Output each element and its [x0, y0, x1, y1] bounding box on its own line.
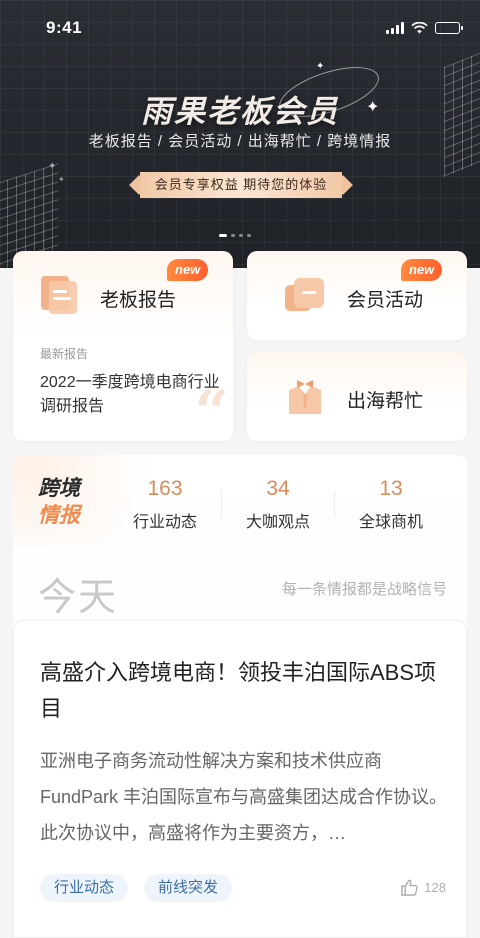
hero-banner[interactable]: 9:41 ✦ ✦ ✦ ✦ 雨果老板会员 老板报告 / 会员活动 / 出海帮忙 /… — [0, 0, 480, 268]
overseas-help-title: 出海帮忙 — [347, 391, 424, 412]
stat-industry-news[interactable]: 163 行业动态 — [128, 476, 202, 532]
today-heading: 今天 — [38, 577, 119, 619]
boss-report-title: 老板报告 — [100, 290, 177, 311]
article-summary: 亚洲电子商务流动性解决方案和技术供应商FundPark 丰泊国际宣布与高盛集团达… — [40, 751, 448, 843]
quote-decoration: “ — [194, 378, 229, 441]
overseas-help-card[interactable]: 出海帮忙 — [247, 352, 467, 441]
boss-report-card[interactable]: 老板报告 new 最新报告 2022一季度跨境电商行业调研报告 “ — [13, 251, 233, 441]
status-icons — [386, 22, 463, 34]
stat-count: 34 — [266, 477, 290, 500]
sparkle-icon: ✦ — [316, 61, 325, 72]
tag-frontline-breaking[interactable]: 前线突发 — [144, 874, 233, 902]
new-badge: new — [167, 259, 209, 281]
stat-divider — [334, 491, 335, 517]
stat-count: 13 — [379, 477, 403, 500]
hero-subtitle: 老板报告 / 会员活动 / 出海帮忙 / 跨境情报 — [88, 133, 392, 150]
stat-divider — [221, 491, 222, 517]
stat-expert-views[interactable]: 34 大咖观点 — [241, 476, 315, 532]
activity-icon — [285, 278, 324, 311]
member-activity-title: 会员活动 — [347, 290, 424, 311]
report-icon — [41, 276, 77, 314]
intel-logo: 跨境 情报 — [38, 475, 80, 529]
stat-label: 大咖观点 — [245, 514, 310, 531]
tag-industry-news[interactable]: 行业动态 — [40, 874, 129, 902]
status-time: 9:41 — [46, 18, 83, 37]
member-activity-card[interactable]: 会员活动 new — [247, 251, 467, 340]
hero-title: 雨果老板会员 — [141, 94, 339, 130]
sparkle-icon: ✦ — [48, 161, 57, 172]
like-count: 128 — [424, 880, 446, 895]
suit-icon — [289, 380, 321, 414]
new-badge: new — [401, 259, 443, 281]
stat-global-opportunities[interactable]: 13 全球商机 — [354, 476, 428, 532]
intel-logo-line2: 情报 — [38, 504, 80, 527]
stat-count: 163 — [147, 477, 183, 500]
carousel-dot[interactable] — [247, 234, 251, 237]
intel-logo-line1: 跨境 — [38, 477, 80, 500]
latest-report-label: 最新报告 — [40, 347, 89, 361]
article-title[interactable]: 高盛介入跨境电商！领投丰泊国际ABS项目 — [40, 655, 450, 727]
article-card[interactable]: 高盛介入跨境电商！领投丰泊国际ABS项目 亚洲电子商务流动性解决方案和技术供应商… — [13, 620, 467, 938]
sparkle-icon: ✦ — [58, 175, 65, 184]
carousel-dot[interactable] — [219, 234, 227, 237]
carousel-dot[interactable] — [231, 234, 235, 237]
stat-label: 全球商机 — [358, 514, 423, 531]
battery-icon — [435, 22, 463, 34]
hero-ribbon: 会员专享权益 期待您的体验 — [128, 172, 354, 198]
status-bar: 9:41 — [0, 0, 480, 56]
like-button[interactable]: 128 — [400, 878, 446, 897]
carousel-dot[interactable] — [239, 234, 243, 237]
hero-ribbon-text: 会员专享权益 期待您的体验 — [140, 172, 342, 198]
stat-label: 行业动态 — [132, 514, 197, 531]
latest-report-title[interactable]: 2022一季度跨境电商行业调研报告 — [40, 371, 220, 419]
today-slogan: 每一条情报都是战略信号 — [281, 581, 447, 598]
wifi-icon — [411, 22, 428, 34]
carousel-indicator[interactable] — [219, 234, 251, 237]
thumbs-up-icon — [401, 879, 419, 896]
cellular-signal-icon — [386, 22, 404, 34]
